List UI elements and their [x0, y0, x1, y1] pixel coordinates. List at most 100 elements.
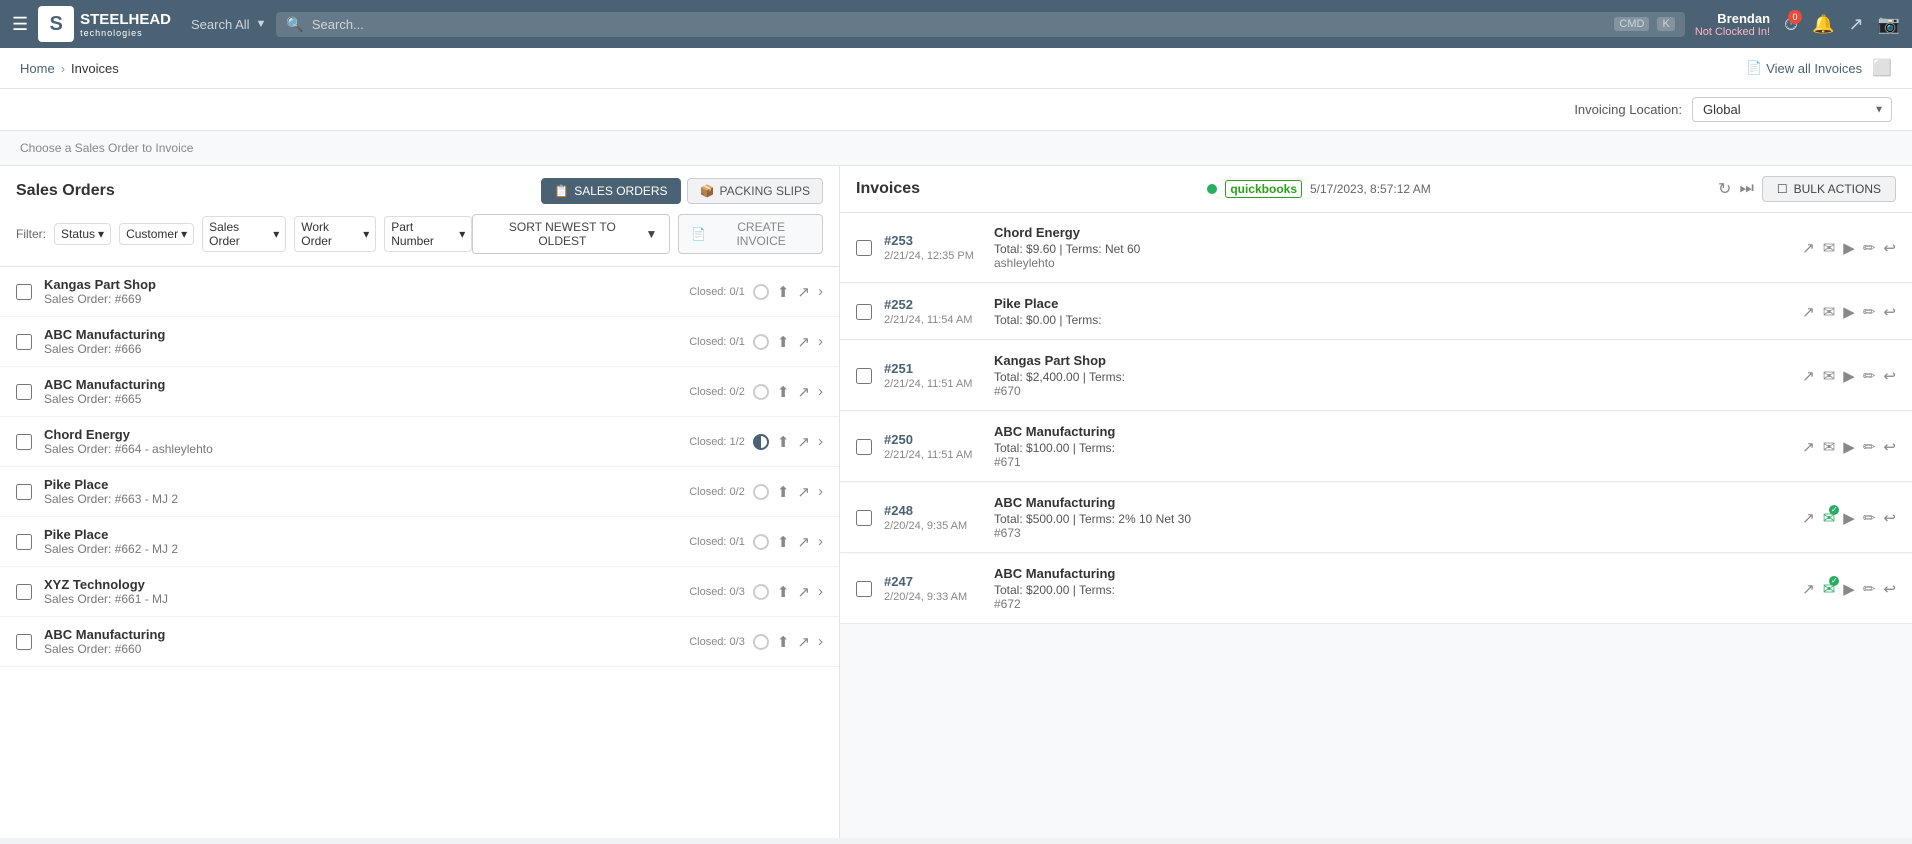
filter-work-order[interactable]: Work Order ▾	[294, 216, 376, 252]
invoice-play-icon[interactable]: ▶	[1843, 509, 1855, 527]
so-checkbox[interactable]	[16, 384, 32, 400]
create-invoice-button[interactable]: 📄 CREATE INVOICE	[678, 214, 823, 254]
invoice-undo-icon[interactable]: ↩	[1883, 367, 1896, 385]
sales-order-item[interactable]: ABC Manufacturing Sales Order: #660 Clos…	[0, 617, 839, 667]
sales-order-item[interactable]: ABC Manufacturing Sales Order: #666 Clos…	[0, 317, 839, 367]
sort-button[interactable]: SORT NEWEST TO OLDEST ▼	[472, 214, 670, 254]
so-chevron-right-icon[interactable]: ›	[818, 383, 823, 400]
sales-order-item[interactable]: Pike Place Sales Order: #662 - MJ 2 Clos…	[0, 517, 839, 567]
invoice-edit-icon[interactable]: ✏	[1863, 509, 1876, 527]
invoice-external-link-icon[interactable]: ↗	[1802, 239, 1815, 257]
invoice-play-icon[interactable]: ▶	[1843, 438, 1855, 456]
email-icon[interactable]: ✉	[1823, 239, 1836, 257]
so-checkbox[interactable]	[16, 634, 32, 650]
email-icon[interactable]: ✉	[1823, 367, 1836, 385]
invoice-play-icon[interactable]: ▶	[1843, 303, 1855, 321]
so-upload-icon[interactable]: ⬆	[777, 533, 790, 551]
invoice-play-icon[interactable]: ▶	[1843, 239, 1855, 257]
so-external-link-icon[interactable]: ↗	[797, 483, 810, 501]
invoice-number[interactable]: #248	[884, 503, 994, 518]
email-icon[interactable]: ✉	[1823, 303, 1836, 321]
invoice-number[interactable]: #253	[884, 233, 994, 248]
invoice-checkbox[interactable]	[856, 510, 872, 526]
sales-order-item[interactable]: Chord Energy Sales Order: #664 - ashleyl…	[0, 417, 839, 467]
so-chevron-right-icon[interactable]: ›	[818, 633, 823, 650]
invoice-number[interactable]: #247	[884, 574, 994, 589]
invoice-edit-icon[interactable]: ✏	[1863, 438, 1876, 456]
timer-icon[interactable]: ⏱ 0	[1784, 14, 1798, 35]
invoice-undo-icon[interactable]: ↩	[1883, 580, 1896, 598]
expand-icon[interactable]: ⬜	[1872, 58, 1892, 78]
so-external-link-icon[interactable]: ↗	[797, 383, 810, 401]
sales-order-item[interactable]: XYZ Technology Sales Order: #661 - MJ Cl…	[0, 567, 839, 617]
invoice-undo-icon[interactable]: ↩	[1883, 509, 1896, 527]
so-external-link-icon[interactable]: ↗	[797, 633, 810, 651]
so-checkbox[interactable]	[16, 534, 32, 550]
invoice-undo-icon[interactable]: ↩	[1883, 438, 1896, 456]
search-dropdown-arrow[interactable]: ▼	[256, 18, 267, 30]
invoice-external-link-icon[interactable]: ↗	[1802, 303, 1815, 321]
so-checkbox[interactable]	[16, 334, 32, 350]
tab-packing-slips[interactable]: 📦 PACKING SLIPS	[687, 178, 823, 204]
so-chevron-right-icon[interactable]: ›	[818, 533, 823, 550]
invoice-checkbox[interactable]	[856, 439, 872, 455]
so-upload-icon[interactable]: ⬆	[777, 433, 790, 451]
so-checkbox[interactable]	[16, 284, 32, 300]
invoice-external-link-icon[interactable]: ↗	[1802, 580, 1815, 598]
so-upload-icon[interactable]: ⬆	[777, 383, 790, 401]
filter-sales-order[interactable]: Sales Order ▾	[202, 216, 286, 252]
so-external-link-icon[interactable]: ↗	[797, 533, 810, 551]
so-external-link-icon[interactable]: ↗	[797, 283, 810, 301]
so-upload-icon[interactable]: ⬆	[777, 283, 790, 301]
invoice-edit-icon[interactable]: ✏	[1863, 367, 1876, 385]
invoice-external-link-icon[interactable]: ↗	[1802, 509, 1815, 527]
filter-customer[interactable]: Customer ▾	[119, 223, 194, 245]
invoice-checkbox[interactable]	[856, 304, 872, 320]
sales-order-item[interactable]: Kangas Part Shop Sales Order: #669 Close…	[0, 267, 839, 317]
so-checkbox[interactable]	[16, 434, 32, 450]
invoice-undo-icon[interactable]: ↩	[1883, 239, 1896, 257]
invoice-number[interactable]: #252	[884, 297, 994, 312]
notifications-icon[interactable]: 🔔	[1812, 14, 1834, 35]
view-all-invoices-link[interactable]: 📄 View all Invoices	[1746, 60, 1862, 76]
so-chevron-right-icon[interactable]: ›	[818, 483, 823, 500]
so-upload-icon[interactable]: ⬆	[777, 633, 790, 651]
so-external-link-icon[interactable]: ↗	[797, 583, 810, 601]
filter-status[interactable]: Status ▾	[54, 223, 111, 245]
so-checkbox[interactable]	[16, 584, 32, 600]
bulk-actions-button[interactable]: ☐ BULK ACTIONS	[1762, 176, 1896, 202]
breadcrumb-home[interactable]: Home	[20, 61, 55, 76]
search-box[interactable]: 🔍 CMD K	[276, 12, 1684, 37]
email-sent-icon[interactable]: ✉✓	[1823, 509, 1836, 527]
sales-order-item[interactable]: Pike Place Sales Order: #663 - MJ 2 Clos…	[0, 467, 839, 517]
tab-sales-orders[interactable]: 📋 SALES ORDERS	[541, 178, 680, 204]
invoice-number[interactable]: #251	[884, 361, 994, 376]
so-upload-icon[interactable]: ⬆	[777, 583, 790, 601]
invoice-checkbox[interactable]	[856, 581, 872, 597]
invoice-number[interactable]: #250	[884, 432, 994, 447]
forward-icon[interactable]: ⏭	[1739, 180, 1753, 198]
so-external-link-icon[interactable]: ↗	[797, 333, 810, 351]
invoice-play-icon[interactable]: ▶	[1843, 367, 1855, 385]
invoice-external-link-icon[interactable]: ↗	[1802, 438, 1815, 456]
filter-part-number[interactable]: Part Number ▾	[384, 216, 472, 252]
so-upload-icon[interactable]: ⬆	[777, 483, 790, 501]
invoice-edit-icon[interactable]: ✏	[1863, 303, 1876, 321]
email-icon[interactable]: ✉	[1823, 438, 1836, 456]
camera-icon[interactable]: 📷	[1878, 14, 1900, 35]
search-input[interactable]	[312, 17, 1607, 32]
sales-order-item[interactable]: ABC Manufacturing Sales Order: #665 Clos…	[0, 367, 839, 417]
hamburger-menu[interactable]: ☰	[12, 14, 28, 35]
so-upload-icon[interactable]: ⬆	[777, 333, 790, 351]
search-all-label[interactable]: Search All	[191, 17, 250, 32]
so-chevron-right-icon[interactable]: ›	[818, 283, 823, 300]
invoice-external-link-icon[interactable]: ↗	[1802, 367, 1815, 385]
so-chevron-right-icon[interactable]: ›	[818, 433, 823, 450]
invoice-edit-icon[interactable]: ✏	[1863, 580, 1876, 598]
so-chevron-right-icon[interactable]: ›	[818, 333, 823, 350]
location-select[interactable]: Global	[1692, 97, 1892, 122]
so-chevron-right-icon[interactable]: ›	[818, 583, 823, 600]
invoice-checkbox[interactable]	[856, 368, 872, 384]
logout-icon[interactable]: ↗	[1848, 14, 1863, 35]
invoice-play-icon[interactable]: ▶	[1843, 580, 1855, 598]
